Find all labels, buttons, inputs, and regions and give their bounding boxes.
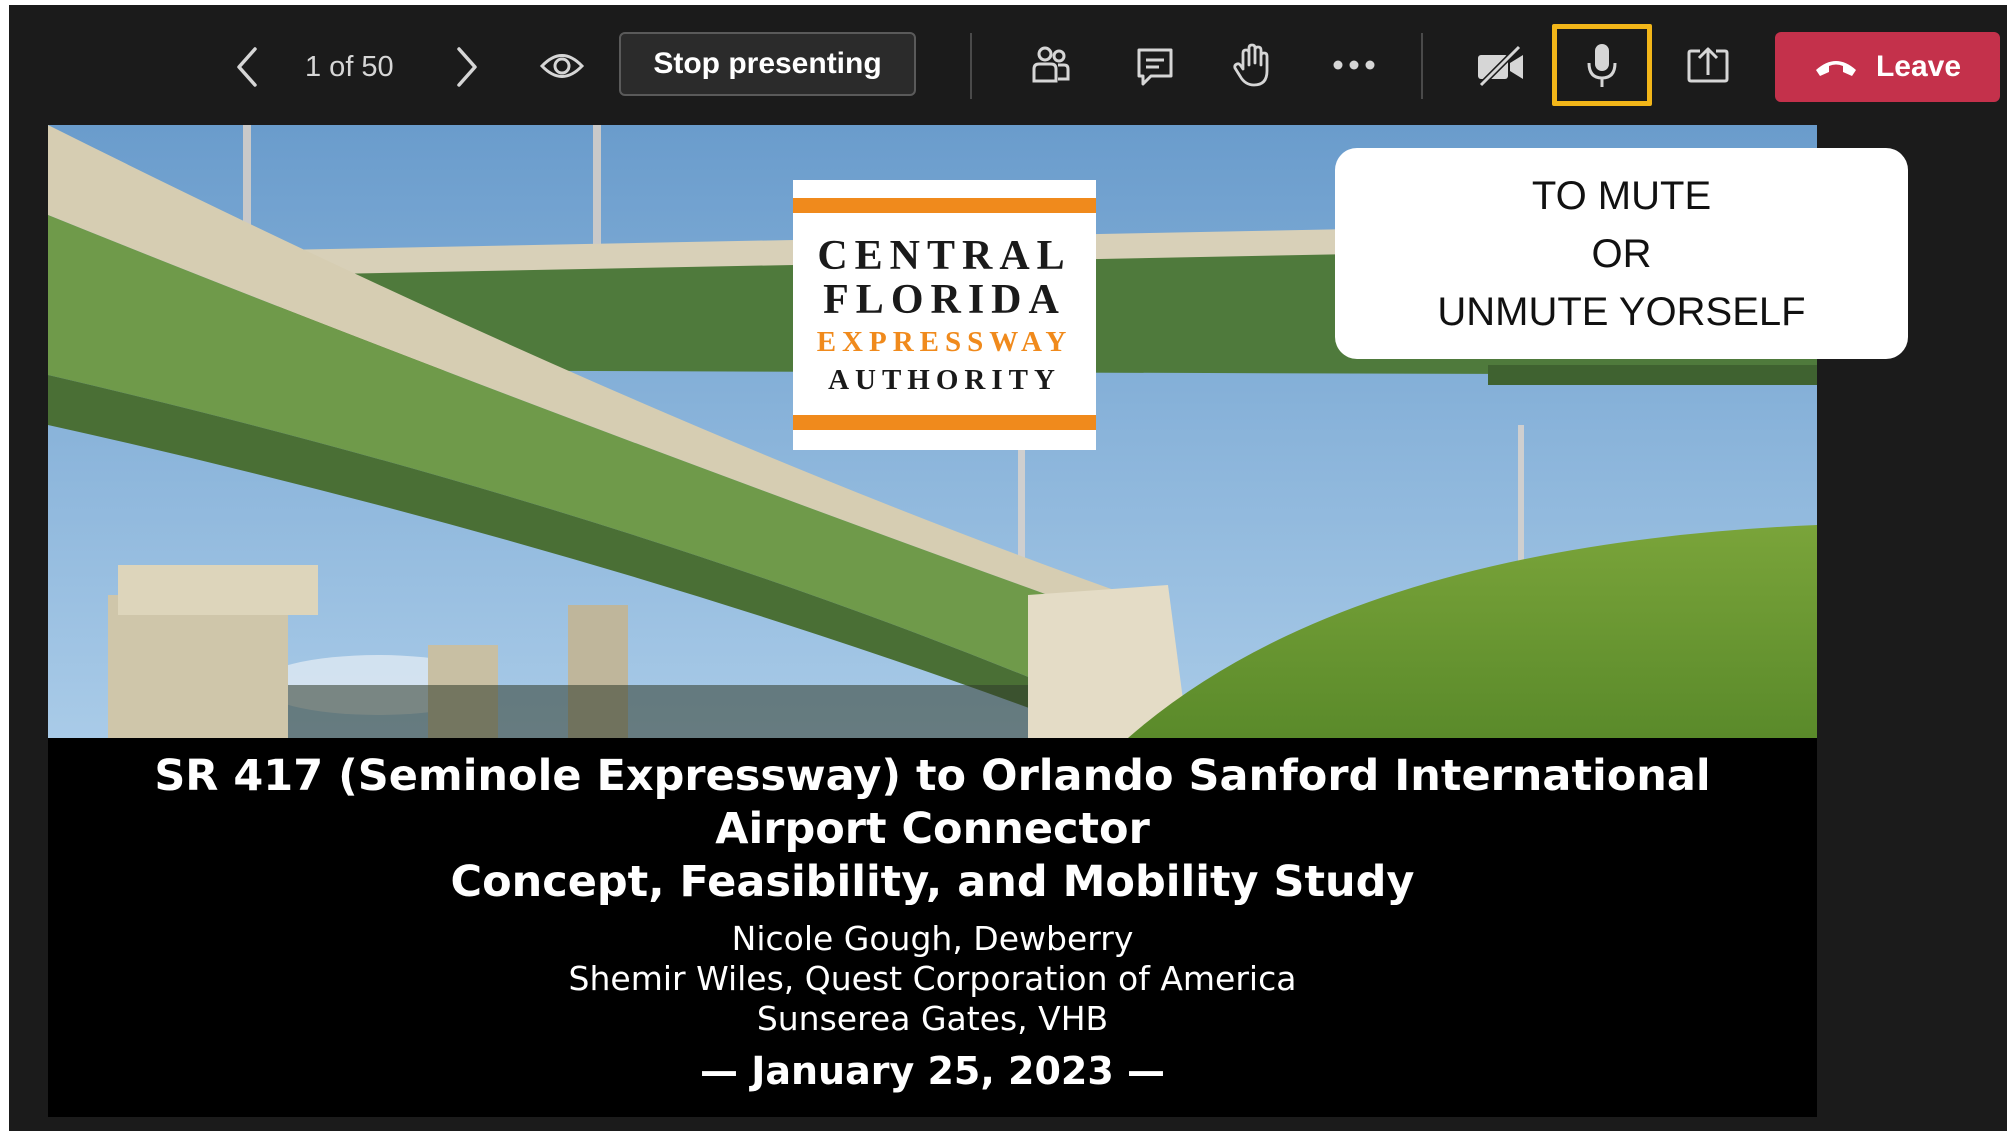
slide-title-band: SR 417 (Seminole Expressway) to Orlando … — [48, 738, 1817, 1117]
raise-hand-icon — [1233, 43, 1269, 87]
toolbar-divider — [970, 33, 972, 99]
callout-line-1: TO MUTE — [1531, 174, 1712, 218]
participants-button[interactable] — [1031, 43, 1071, 87]
phone-hangup-icon — [1815, 61, 1856, 76]
logo-line-4: AUTHORITY — [828, 364, 1061, 396]
slide-date: — January 25, 2023 — — [699, 1049, 1166, 1093]
mute-instruction-callout: TO MUTE OR UNMUTE YORSELF — [1335, 148, 1908, 359]
logo-top-bar — [793, 198, 1096, 213]
toolbar-divider — [1421, 33, 1423, 99]
logo-line-1: CENTRAL — [817, 233, 1072, 279]
chat-icon — [1137, 48, 1173, 86]
microphone-icon — [1587, 44, 1617, 87]
cfx-logo: CENTRAL FLORIDA EXPRESSWAY AUTHORITY — [793, 180, 1096, 450]
share-content-button[interactable] — [1685, 43, 1731, 89]
callout-line-2: OR — [1591, 232, 1652, 276]
next-slide-button[interactable] — [447, 45, 487, 89]
camera-toggle-button[interactable] — [1475, 44, 1527, 88]
slide-title-line-2: Airport Connector — [715, 804, 1150, 854]
chevron-left-icon — [237, 47, 257, 87]
slide-authors: Nicole Gough, Dewberry Shemir Wiles, Que… — [48, 919, 1817, 1039]
meeting-window: 1 of 50 Stop presenting Leave CENTRAL FL… — [9, 5, 2007, 1131]
author-2: Shemir Wiles, Quest Corporation of Ameri… — [568, 959, 1297, 998]
logo-bottom-bar — [793, 415, 1096, 430]
chevron-right-icon — [457, 47, 477, 87]
slide-title: SR 417 (Seminole Expressway) to Orlando … — [48, 750, 1817, 909]
slide-title-line-1: SR 417 (Seminole Expressway) to Orlando … — [154, 751, 1711, 801]
stop-presenting-button[interactable]: Stop presenting — [619, 32, 916, 96]
people-icon — [1032, 46, 1070, 83]
microphone-button[interactable] — [1583, 41, 1621, 91]
leave-button[interactable]: Leave — [1775, 32, 2000, 102]
slide-title-line-3: Concept, Feasibility, and Mobility Study — [450, 857, 1415, 907]
author-1: Nicole Gough, Dewberry — [731, 919, 1134, 958]
share-icon — [1687, 47, 1729, 83]
logo-line-3: EXPRESSWAY — [816, 326, 1073, 358]
author-3: Sunserea Gates, VHB — [756, 999, 1109, 1038]
more-actions-button[interactable] — [1331, 57, 1377, 73]
more-icon — [1333, 60, 1375, 70]
raise-hand-button[interactable] — [1233, 41, 1273, 89]
chat-button[interactable] — [1135, 45, 1175, 89]
slide-counter: 1 of 50 — [305, 51, 394, 83]
eye-icon — [539, 54, 585, 78]
callout-line-3: UNMUTE YORSELF — [1437, 290, 1806, 334]
leave-label: Leave — [1875, 50, 1962, 83]
camera-off-icon — [1478, 44, 1523, 88]
logo-line-2: FLORIDA — [823, 277, 1066, 323]
previous-slide-button[interactable] — [227, 45, 267, 89]
presenter-view-button[interactable] — [539, 49, 585, 83]
